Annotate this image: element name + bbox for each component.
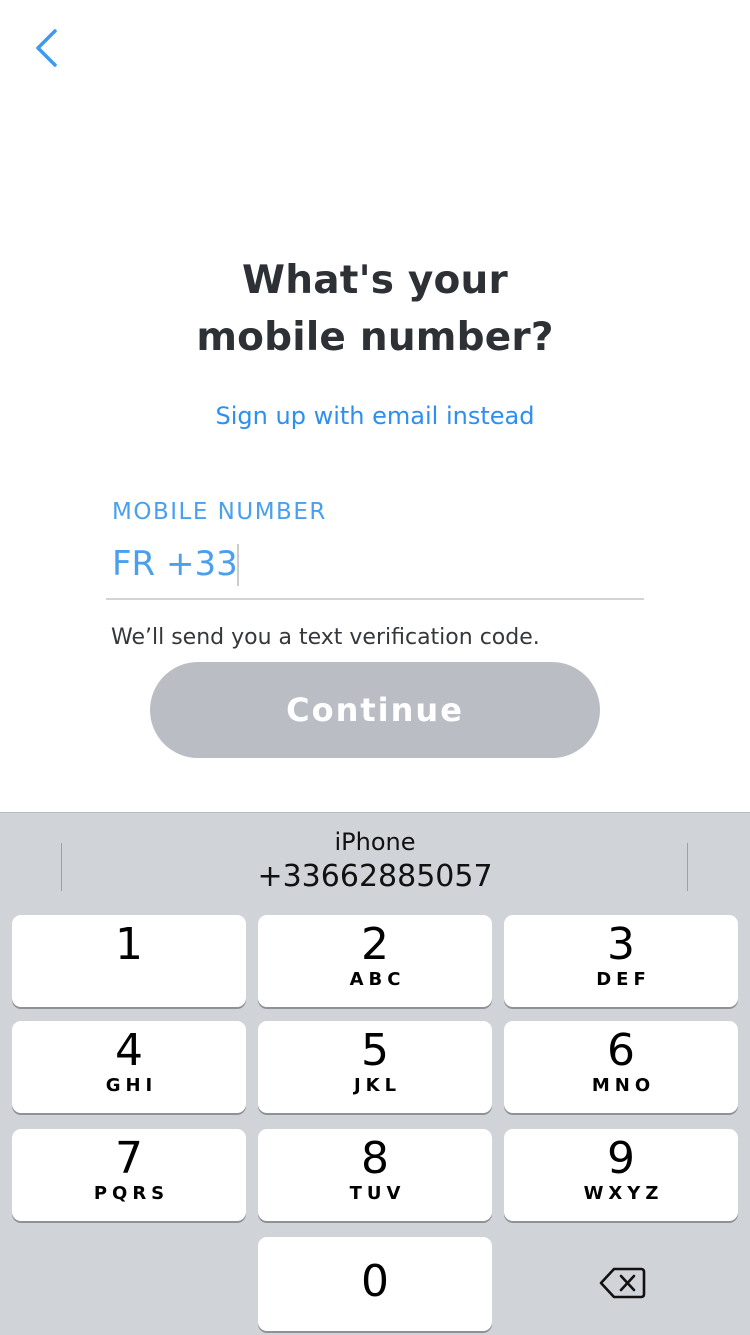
- key-4[interactable]: 4 GHI: [12, 1021, 246, 1113]
- autofill-suggestion[interactable]: iPhone +33662885057: [62, 813, 688, 905]
- key-digit: 6: [607, 1025, 635, 1076]
- numeric-keyboard: iPhone +33662885057 1 2 ABC 3 DEF 4 GHI …: [0, 812, 750, 1335]
- text-cursor: [237, 544, 239, 586]
- key-digit: 0: [361, 1256, 389, 1307]
- mobile-number-field[interactable]: FR +33: [106, 536, 644, 600]
- key-digit: 5: [361, 1025, 389, 1076]
- chevron-left-icon: [33, 28, 59, 72]
- signup-phone-screen: What's your mobile number? Sign up with …: [0, 0, 750, 1335]
- key-8[interactable]: 8 TUV: [258, 1129, 492, 1221]
- page-title-line-2: mobile number?: [196, 315, 554, 360]
- key-5[interactable]: 5 JKL: [258, 1021, 492, 1113]
- key-digit: 3: [607, 919, 635, 970]
- suggestion-label: iPhone: [334, 828, 416, 856]
- key-0[interactable]: 0: [258, 1237, 492, 1331]
- key-letters: WXYZ: [583, 1183, 664, 1204]
- back-button[interactable]: [24, 24, 68, 76]
- page-title: What's your mobile number?: [0, 252, 750, 366]
- key-letters: PQRS: [93, 1183, 170, 1204]
- backspace-icon: [598, 1266, 646, 1304]
- signup-with-email-link[interactable]: Sign up with email instead: [0, 402, 750, 430]
- key-digit: 7: [115, 1133, 143, 1184]
- continue-button[interactable]: Continue: [150, 662, 600, 758]
- page-title-line-1: What's your: [242, 258, 508, 303]
- key-digit: 8: [361, 1133, 389, 1184]
- key-digit: 9: [607, 1133, 635, 1184]
- key-digit: 4: [115, 1025, 143, 1076]
- key-3[interactable]: 3 DEF: [504, 915, 738, 1007]
- key-6[interactable]: 6 MNO: [504, 1021, 738, 1113]
- key-1[interactable]: 1: [12, 915, 246, 1007]
- country-code-selector[interactable]: FR +33: [112, 544, 238, 584]
- key-2[interactable]: 2 ABC: [258, 915, 492, 1007]
- key-letters: ABC: [349, 969, 406, 990]
- key-letters: TUV: [349, 1183, 406, 1204]
- suggestion-divider-right: [687, 843, 688, 891]
- key-9[interactable]: 9 WXYZ: [504, 1129, 738, 1221]
- key-digit: 2: [361, 919, 389, 970]
- key-digit: 1: [115, 919, 143, 970]
- key-letters: JKL: [353, 1075, 402, 1096]
- verification-helper-text: We’ll send you a text verification code.: [111, 625, 540, 650]
- key-letters: DEF: [596, 969, 651, 990]
- key-7[interactable]: 7 PQRS: [12, 1129, 246, 1221]
- suggestion-number: +33662885057: [257, 859, 493, 894]
- delete-key[interactable]: [505, 1239, 739, 1331]
- mobile-number-label: MOBILE NUMBER: [112, 499, 327, 525]
- key-letters: GHI: [105, 1075, 158, 1096]
- key-letters: MNO: [591, 1075, 656, 1096]
